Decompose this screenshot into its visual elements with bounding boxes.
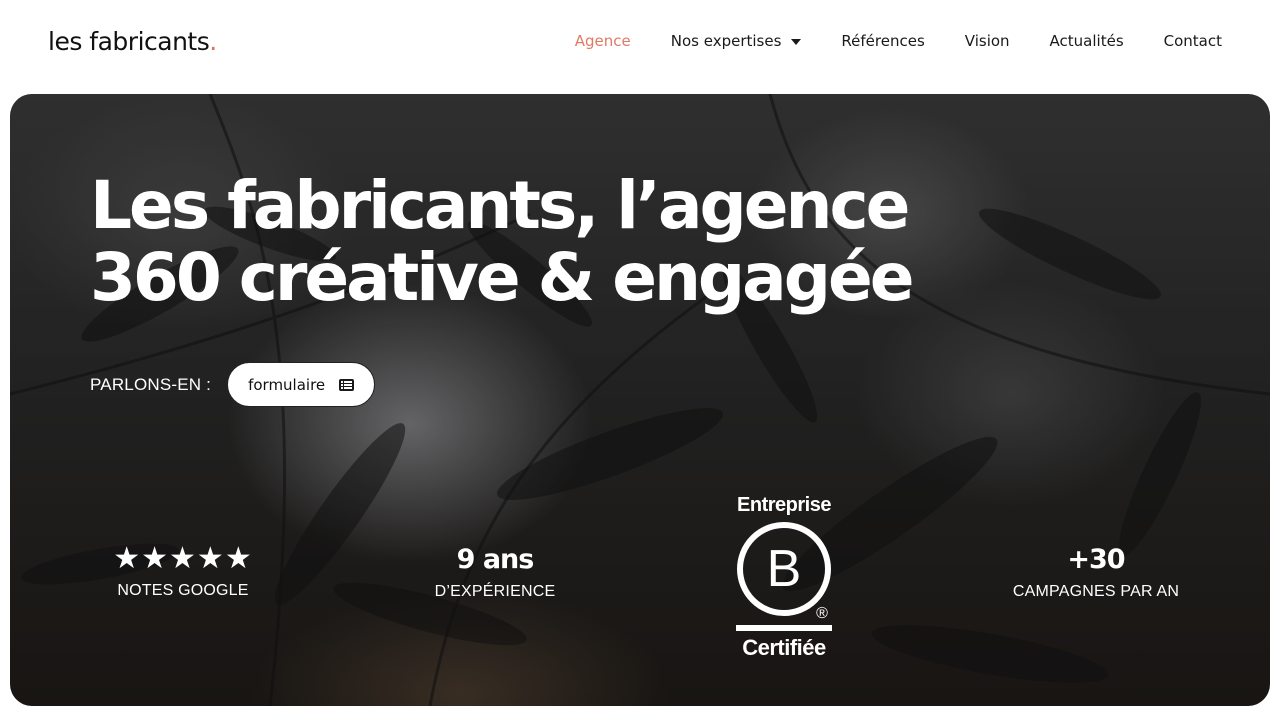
nav-item-label: Actualités — [1049, 32, 1124, 50]
nav-item-label: Nos expertises — [670, 32, 782, 50]
registered-mark: ® — [816, 605, 828, 622]
star-icon: ★★★★★ — [113, 541, 253, 576]
bcorp-logo-icon: B ® — [736, 522, 832, 631]
cta-row: PARLONS-EN : formulaire — [90, 362, 376, 407]
nav-item-label: Références — [841, 32, 925, 50]
nav-item-label: Agence — [574, 32, 631, 50]
stat-label: D’EXPÉRIENCE — [434, 583, 556, 600]
stat-label: CAMPAGNES PAR AN — [1012, 583, 1180, 600]
form-button[interactable]: formulaire — [227, 362, 376, 407]
stat-google-reviews: ★★★★★ NOTES GOOGLE — [108, 544, 258, 600]
nav-item-label: Vision — [964, 32, 1010, 50]
main-nav: Agence Nos expertises Références Vision … — [535, 32, 1222, 50]
stat-experience: 9 ans D’EXPÉRIENCE — [420, 544, 570, 601]
hero-section: Les fabricants, l’agence 360 créative & … — [10, 94, 1270, 706]
nav-item-nos-expertises[interactable]: Nos expertises — [671, 32, 802, 50]
bcorp-bottom-text: Certifiée — [742, 635, 826, 660]
nav-item-actualites[interactable]: Actualités — [1050, 32, 1124, 50]
stat-campaigns: +30 CAMPAGNES PAR AN — [1011, 544, 1181, 601]
bcorp-badge: Entreprise B ® Certifiée — [732, 494, 836, 661]
nav-item-references[interactable]: Références — [841, 32, 924, 50]
stat-label: NOTES GOOGLE — [117, 582, 249, 599]
site-logo[interactable]: les fabricants. — [48, 27, 217, 56]
nav-item-contact[interactable]: Contact — [1164, 32, 1222, 50]
hero-title-line: Les fabricants, l’agence — [90, 167, 910, 244]
nav-item-agence[interactable]: Agence — [575, 32, 631, 50]
hero-title-line: 360 créative & engagée — [90, 239, 915, 316]
hero-title: Les fabricants, l’agence 360 créative & … — [90, 170, 1090, 314]
bcorp-letter: B — [767, 540, 802, 598]
logo-dot: . — [209, 27, 217, 56]
stat-value: +30 — [1067, 544, 1125, 575]
logo-text: les fabricants — [48, 27, 210, 56]
nav-item-label: Contact — [1163, 32, 1222, 50]
list-form-icon — [339, 378, 355, 391]
stat-value: 9 ans — [456, 544, 535, 575]
site-header: les fabricants. Agence Nos expertises Ré… — [0, 0, 1280, 86]
cta-label: PARLONS-EN : — [90, 374, 212, 394]
nav-item-vision[interactable]: Vision — [965, 32, 1010, 50]
chevron-down-icon — [791, 38, 802, 45]
bcorp-top-text: Entreprise — [737, 494, 831, 516]
form-button-label: formulaire — [248, 375, 326, 394]
